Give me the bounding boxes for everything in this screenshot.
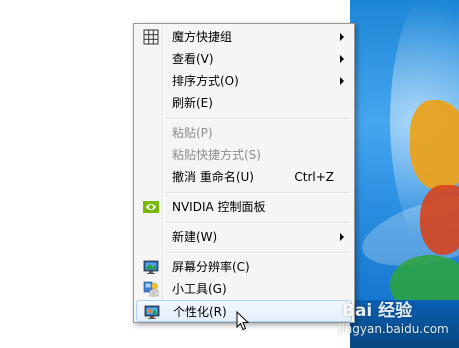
- menu-item-label: 撤消 重命名(U): [172, 170, 254, 184]
- shortcut-text: Ctrl+Z: [294, 170, 334, 184]
- mouse-pointer-icon: [236, 311, 250, 331]
- nvidia-icon: [143, 201, 159, 213]
- menu-separator: [165, 222, 350, 224]
- menu-item-mofang-shortcuts[interactable]: 魔方快捷组: [136, 26, 352, 48]
- menu-separator: [165, 118, 350, 120]
- menu-item-label: 个性化(R): [173, 305, 227, 319]
- submenu-arrow-icon: [340, 77, 344, 85]
- menu-item-new[interactable]: 新建(W): [136, 226, 352, 248]
- menu-item-label: 小工具(G): [172, 282, 227, 296]
- submenu-arrow-icon: [340, 33, 344, 41]
- menu-item-view[interactable]: 查看(V): [136, 48, 352, 70]
- baidu-jingyan-watermark: Bai 经验 jingyan.baidu.com: [338, 296, 456, 344]
- menu-separator: [165, 192, 350, 194]
- menu-item-label: 屏幕分辨率(C): [172, 260, 250, 274]
- menu-item-paste-shortcut[interactable]: 粘贴快捷方式(S): [136, 144, 352, 166]
- menu-item-undo-rename[interactable]: 撤消 重命名(U) Ctrl+Z: [136, 166, 352, 188]
- desktop-context-menu: 魔方快捷组 查看(V) 排序方式(O) 刷新(E) 粘贴(P) 粘贴快捷方式(S…: [133, 23, 355, 323]
- menu-item-nvidia-control-panel[interactable]: NVIDIA 控制面板: [136, 196, 352, 218]
- submenu-arrow-icon: [340, 55, 344, 63]
- grid-icon: [143, 29, 159, 45]
- menu-separator: [165, 252, 350, 254]
- menu-item-label: NVIDIA 控制面板: [172, 200, 266, 214]
- watermark-url: jingyan.baidu.com: [338, 322, 449, 336]
- menu-item-label: 粘贴(P): [172, 126, 213, 140]
- menu-item-label: 粘贴快捷方式(S): [172, 148, 261, 162]
- menu-item-label: 新建(W): [172, 230, 218, 244]
- menu-item-sort-by[interactable]: 排序方式(O): [136, 70, 352, 92]
- menu-item-refresh[interactable]: 刷新(E): [136, 92, 352, 114]
- menu-item-label: 刷新(E): [172, 96, 213, 110]
- menu-item-label: 魔方快捷组: [172, 30, 233, 44]
- menu-item-paste[interactable]: 粘贴(P): [136, 122, 352, 144]
- menu-item-screen-resolution[interactable]: 屏幕分辨率(C): [136, 256, 352, 278]
- menu-item-label: 查看(V): [172, 52, 214, 66]
- personalize-icon: [144, 305, 160, 319]
- submenu-arrow-icon: [340, 233, 344, 241]
- menu-item-label: 排序方式(O): [172, 74, 239, 88]
- monitor-icon: [143, 260, 159, 274]
- watermark-logo: Bai 经验: [342, 301, 413, 321]
- menu-item-gadgets[interactable]: 小工具(G): [136, 278, 352, 300]
- gadgets-icon: [143, 281, 159, 297]
